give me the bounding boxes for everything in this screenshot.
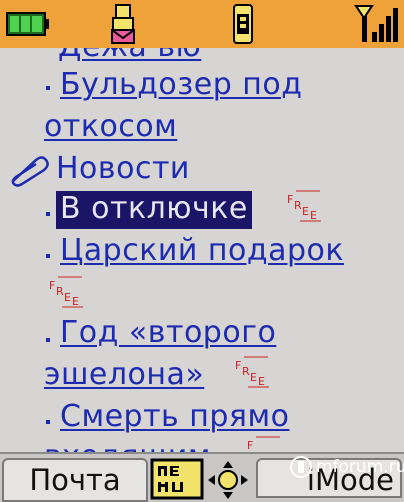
- free-letter: E: [310, 209, 317, 222]
- free-letter: E: [258, 375, 265, 388]
- bullet: [46, 338, 50, 342]
- status-bar: [0, 0, 404, 48]
- bullet: [46, 86, 50, 90]
- free-badge-icon: F: [247, 436, 280, 452]
- bullet: [46, 254, 50, 258]
- free-letter: R: [242, 365, 250, 378]
- battery-icon: [6, 12, 49, 36]
- menu-icon[interactable]: [150, 458, 204, 500]
- section-news: Новости: [56, 151, 190, 186]
- watermark: mforum.ru: [290, 452, 404, 482]
- free-letter: F: [247, 439, 253, 452]
- navigation-joystick-icon[interactable]: [206, 460, 250, 500]
- free-letter: E: [302, 205, 309, 218]
- watermark-logo-icon: [290, 456, 312, 478]
- bullet: [46, 212, 50, 216]
- free-letter: F: [235, 359, 241, 372]
- list-item-tsar-gift[interactable]: Царский подарок: [60, 234, 344, 268]
- free-badge-icon: F R E E: [287, 190, 321, 222]
- free-letter: E: [64, 291, 71, 304]
- bullet: [46, 420, 50, 424]
- list-item-death-line1[interactable]: Смерть прямо: [60, 400, 289, 434]
- list-item-second-echelon-line2[interactable]: эшелона»: [44, 358, 204, 392]
- paperclip-icon: [11, 156, 49, 187]
- list-item-second-echelon-line1[interactable]: Год «второго: [60, 316, 276, 350]
- free-letter: F: [287, 193, 293, 206]
- mail-icon: [111, 4, 135, 44]
- signal-strength-icon: [354, 5, 398, 42]
- free-letter: F: [49, 279, 55, 292]
- news-list: Дежа вю Бульдозер под откосом Новости В …: [0, 48, 404, 452]
- list-item-cut-top[interactable]: Дежа вю: [58, 48, 201, 64]
- list-item-disconnected[interactable]: В отключке: [56, 191, 252, 229]
- free-letter: R: [56, 285, 64, 298]
- list-item-disconnected-label: В отключке: [56, 191, 252, 229]
- free-letter: E: [250, 371, 257, 384]
- free-badge-icon: F R E E: [49, 276, 83, 308]
- free-letter: E: [72, 295, 79, 308]
- list-item-bulldozer-line2[interactable]: откосом: [44, 110, 177, 144]
- list-item-bulldozer-line1[interactable]: Бульдозер под: [60, 68, 303, 102]
- watermark-text: mforum.ru: [316, 457, 404, 477]
- free-badge-icon: F R E E: [235, 356, 269, 388]
- sim-card-icon: [233, 4, 253, 44]
- list-item-death-line2[interactable]: входящим: [44, 440, 211, 453]
- free-letter: R: [294, 199, 302, 212]
- mail-softkey[interactable]: Почта: [2, 458, 148, 502]
